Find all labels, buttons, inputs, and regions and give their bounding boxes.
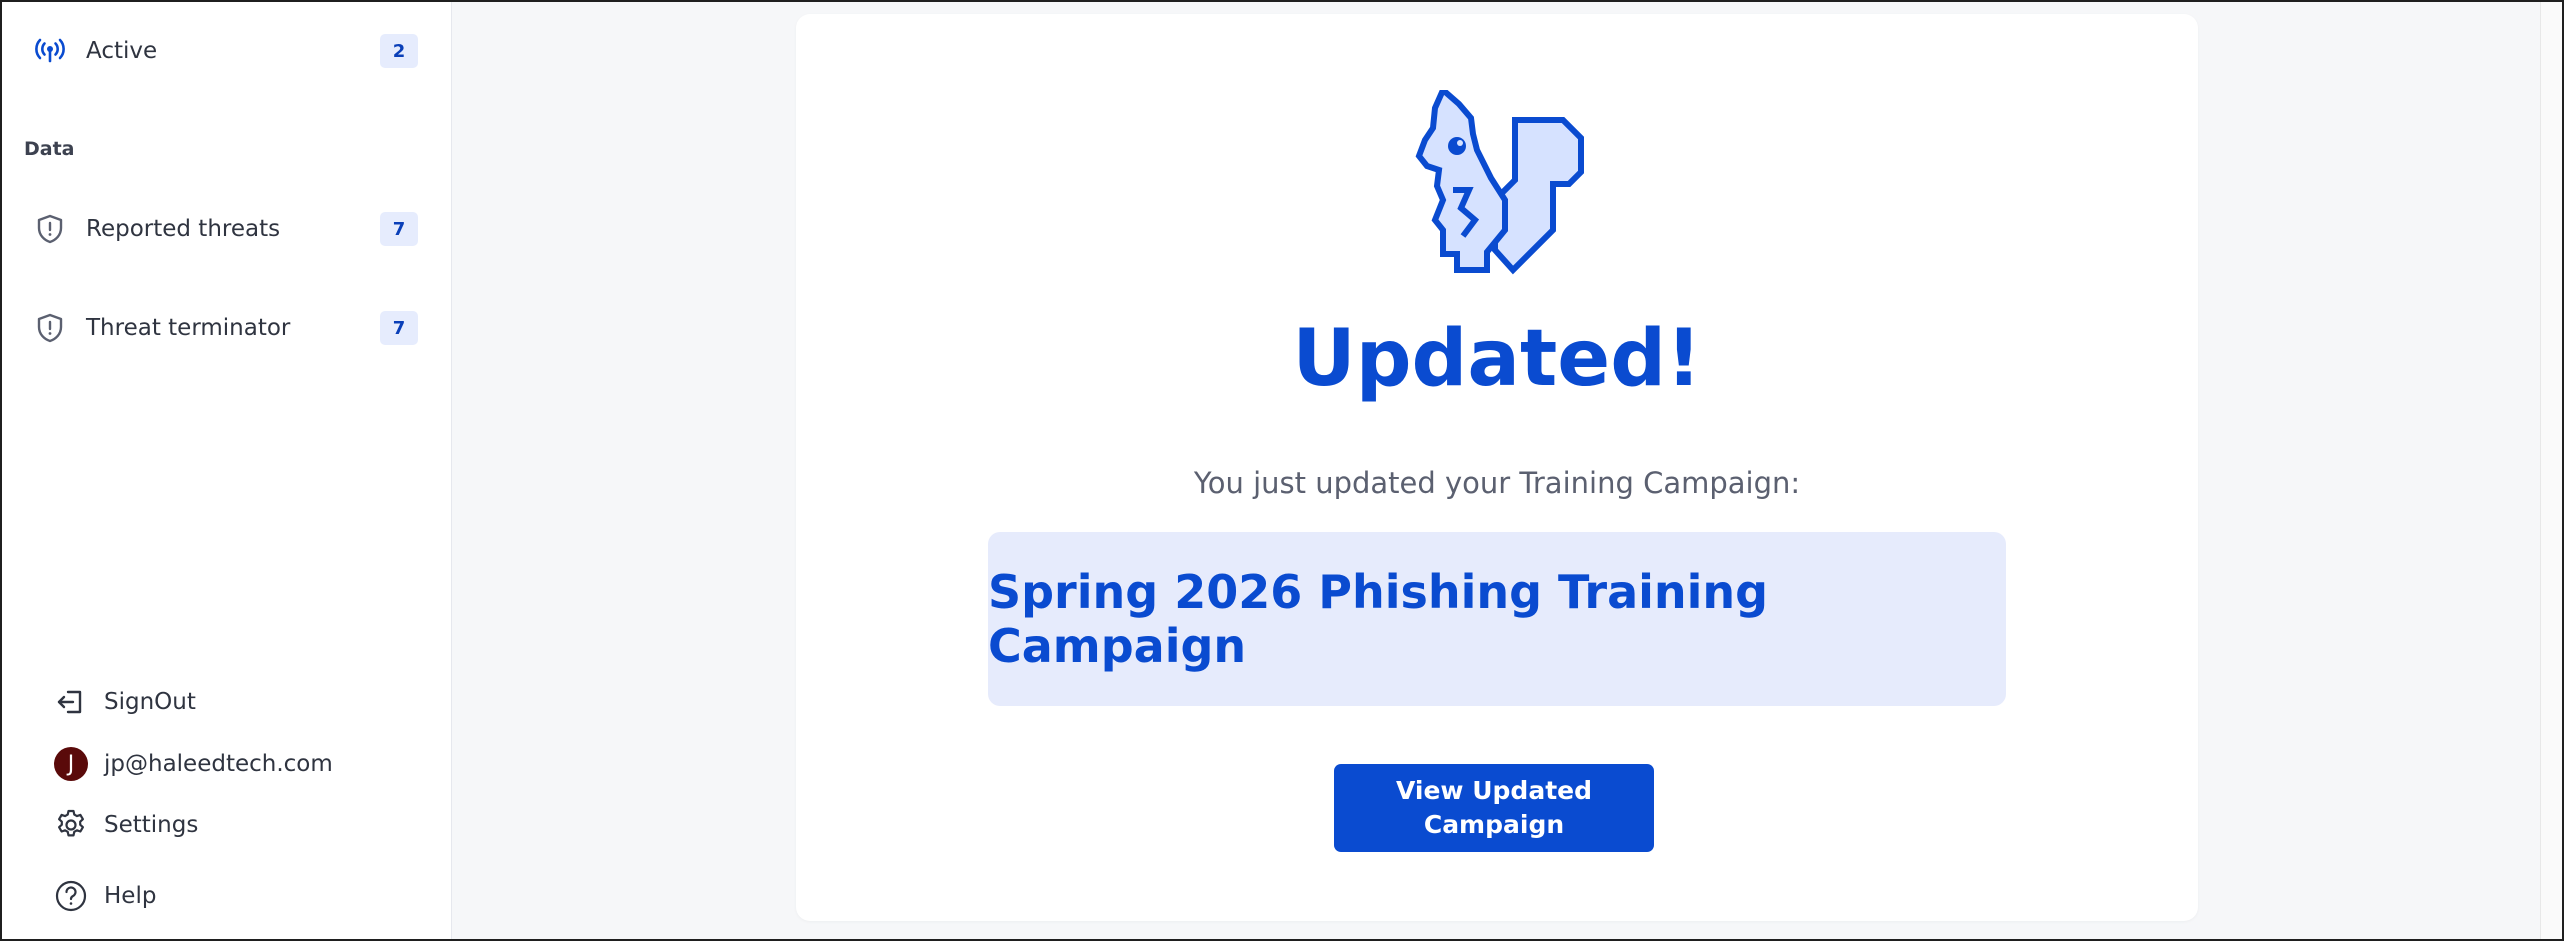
campaign-name-box: Spring 2026 Phishing Training Campaign [988, 532, 2006, 706]
sidebar-item-reported-threats[interactable]: Reported threats 7 [32, 207, 418, 251]
squirrel-mascot-icon [1415, 90, 1584, 275]
user-account[interactable]: J jp@haleedtech.com [52, 744, 333, 784]
section-label-data: Data [24, 138, 75, 160]
success-message: You just updated your Training Campaign: [1193, 466, 1801, 500]
user-email: jp@haleedtech.com [104, 751, 333, 777]
success-headline: Updated! [1292, 314, 1702, 404]
sidebar-item-label: Reported threats [86, 216, 281, 242]
view-updated-campaign-button[interactable]: View Updated Campaign [1334, 764, 1654, 852]
sidebar-item-label: Threat terminator [86, 315, 291, 341]
sidebar-item-label: Active [86, 38, 158, 64]
settings-label: Settings [104, 812, 199, 838]
app-window: Active 2 Data Reported threats 7 Threat … [0, 0, 2564, 941]
sidebar: Active 2 Data Reported threats 7 Threat … [2, 2, 452, 939]
gear-icon [52, 806, 90, 844]
campaign-name: Spring 2026 Phishing Training Campaign [988, 565, 1769, 673]
count-badge: 7 [380, 212, 418, 246]
avatar-wrapper: J [52, 745, 90, 783]
help-label: Help [104, 883, 157, 909]
sidebar-item-active[interactable]: Active 2 [32, 29, 418, 73]
help-circle-icon [52, 877, 90, 915]
sign-out-icon [52, 683, 90, 721]
settings-link[interactable]: Settings [52, 805, 198, 845]
main-content: Updated! You just updated your Training … [452, 2, 2562, 939]
signout-button[interactable]: SignOut [52, 682, 196, 722]
count-badge: 2 [380, 34, 418, 68]
count-badge: 7 [380, 311, 418, 345]
signout-label: SignOut [104, 689, 196, 715]
help-link[interactable]: Help [52, 876, 156, 916]
confirmation-card: Updated! You just updated your Training … [796, 14, 2198, 921]
shield-alert-icon [32, 211, 68, 247]
broadcast-icon [32, 33, 68, 69]
sidebar-item-threat-terminator[interactable]: Threat terminator 7 [32, 306, 418, 350]
shield-alert-icon [32, 310, 68, 346]
scrollbar[interactable] [2540, 2, 2562, 939]
avatar: J [54, 747, 88, 781]
